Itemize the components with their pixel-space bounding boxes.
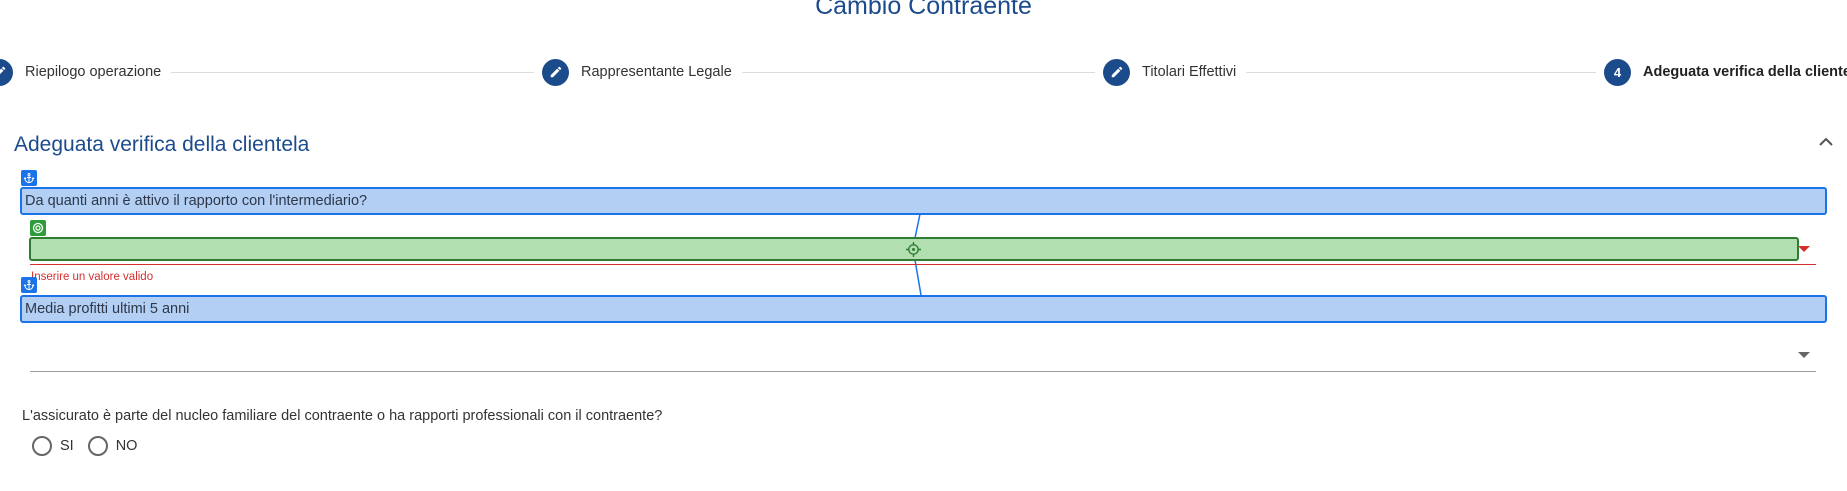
radio-no-label: NO — [115, 438, 138, 454]
radio-si-label: SI — [60, 438, 74, 454]
chevron-down-icon[interactable] — [1798, 352, 1810, 358]
crosshair-icon — [906, 242, 921, 262]
years-error-message: Inserire un valore valido — [31, 271, 154, 283]
profits-label: Media profitti ultimi 5 anni — [20, 295, 1827, 323]
relationship-question: L'assicurato è parte del nucleo familiar… — [22, 408, 663, 424]
radio-si[interactable] — [32, 436, 52, 456]
radio-no[interactable] — [87, 436, 108, 456]
chevron-down-icon[interactable] — [1798, 246, 1810, 252]
profits-select[interactable] — [30, 335, 1816, 370]
years-input-underline — [30, 264, 1816, 265]
relationship-radio-group: SI NO — [32, 436, 151, 456]
anchor-icon — [21, 170, 37, 186]
years-question-label: Da quanti anni è attivo il rapporto con … — [20, 187, 1827, 215]
profits-select-underline — [30, 371, 1816, 372]
target-icon — [30, 220, 46, 236]
anchor-icon — [21, 277, 37, 293]
